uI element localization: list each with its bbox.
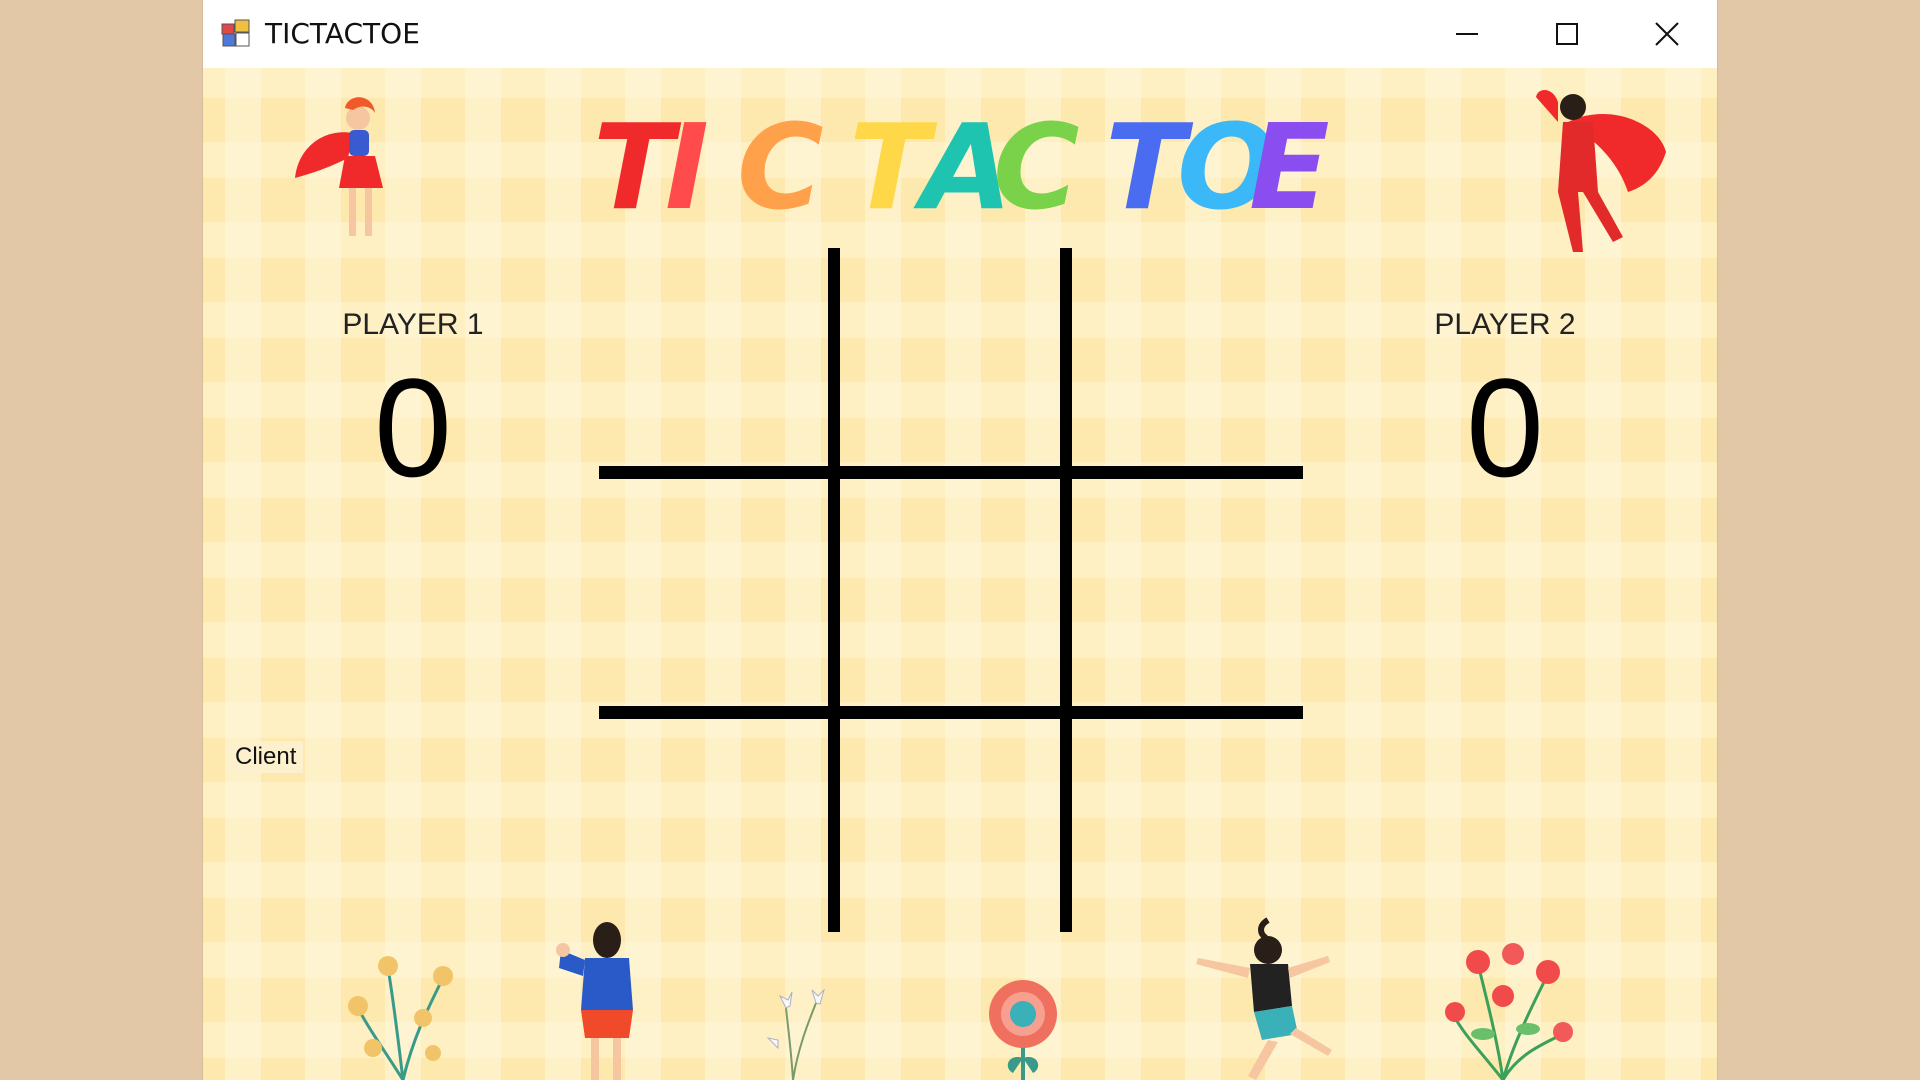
grid-line-vertical-2 [1060,248,1072,932]
red-flower-bush-illustration [1445,943,1573,1080]
white-flower-illustration [766,988,826,1080]
hero-girl-left-illustration [295,97,383,236]
board-cell-6[interactable] [1072,479,1303,706]
minimize-button[interactable] [1417,0,1517,68]
player-2-label: PLAYER 2 [1434,308,1576,341]
minimize-icon [1456,33,1478,35]
close-button[interactable] [1617,0,1717,68]
player-1-score: 0 [374,349,452,506]
maximize-button[interactable] [1517,0,1617,68]
logo-letter: I [665,98,709,236]
dancing-girl-illustration [1196,917,1332,1080]
title-bar[interactable]: TICTACTOE [203,0,1717,68]
app-window: TICTACTOE TICTACTOE PLAYER 1 0 PLAYER 2 … [203,0,1717,1080]
player-2-score: 0 [1466,349,1544,506]
board-cell-1[interactable] [599,248,828,466]
hero-girl-right-illustration [1536,90,1666,252]
close-icon [1655,22,1679,46]
board-cell-8[interactable] [840,719,1060,932]
game-area: TICTACTOE PLAYER 1 0 PLAYER 2 0 Client [203,68,1717,1080]
player-1-label: PLAYER 1 [342,308,484,341]
board-cell-5[interactable] [840,479,1060,706]
board-cell-4[interactable] [599,479,828,706]
logo-letter: C [993,98,1080,236]
board-cell-9[interactable] [1072,719,1303,932]
game-board [599,248,1303,932]
board-cell-7[interactable] [599,719,828,932]
girl-back-illustration [556,922,633,1080]
yellow-flower-bush-illustration [348,956,453,1080]
grid-line-vertical-1 [828,248,840,932]
pink-flower-illustration [989,980,1057,1080]
tic-tac-toe-logo: TI C TAC TOE [593,98,1330,236]
maximize-icon [1556,23,1578,45]
window-title: TICTACTOE [265,17,420,50]
logo-letter: C [737,98,824,236]
grid-line-horizontal-1 [599,466,1303,479]
logo-letter: E [1249,98,1330,236]
board-cell-2[interactable] [840,248,1060,466]
grid-line-horizontal-2 [599,706,1303,719]
app-icon [221,19,250,47]
client-label: Client [228,741,304,773]
board-cell-3[interactable] [1072,248,1303,466]
